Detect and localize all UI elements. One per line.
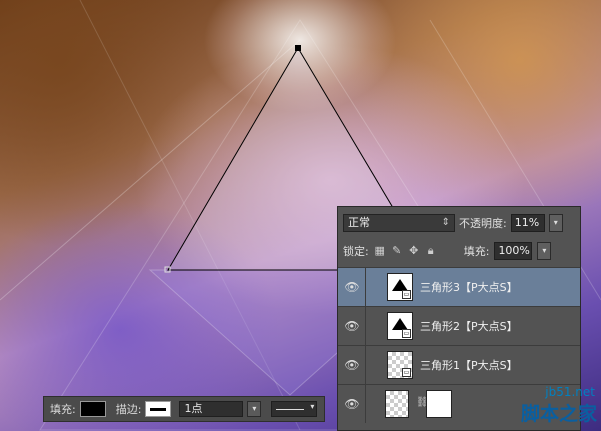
lock-transparent-pixels-icon[interactable]: ▦ xyxy=(374,245,386,257)
anchor-point-top[interactable] xyxy=(295,45,301,51)
stroke-label: 描边: xyxy=(115,403,142,416)
stroke-color-swatch[interactable] xyxy=(145,401,172,417)
layer-thumbnail xyxy=(385,390,409,418)
layer-thumbnail: ▭ xyxy=(387,273,413,301)
lock-fill-row: 锁定: ▦ ✎ ✥ 🔒︎ 填充: 100% ▾ xyxy=(343,241,575,261)
eye-icon[interactable]: 👁︎ xyxy=(344,319,360,333)
fill-input[interactable]: 100% xyxy=(494,242,533,260)
layer-name[interactable]: 三角形1【P大点S】 xyxy=(420,357,518,373)
fill-color-swatch[interactable] xyxy=(79,401,106,417)
shape-options-bar: 填充: 描边: 1点 ▾ xyxy=(43,396,325,422)
layer-thumbnail: ▭ xyxy=(387,351,413,379)
layer-name[interactable]: 三角形2【P大点S】 xyxy=(420,318,518,334)
fill-dropdown[interactable]: ▾ xyxy=(537,242,552,260)
fill-label: 填充: xyxy=(463,245,490,258)
site-watermark: jb51.net 脚本之家 xyxy=(498,383,601,431)
layer-mask-thumbnail[interactable] xyxy=(426,390,452,418)
opacity-input[interactable]: 11% xyxy=(510,214,545,232)
opacity-dropdown[interactable]: ▾ xyxy=(548,214,563,232)
shape-badge-icon: ▭ xyxy=(402,290,411,299)
lock-position-icon[interactable]: ✥ xyxy=(408,245,420,257)
stroke-width-dropdown[interactable]: ▾ xyxy=(247,401,262,417)
opacity-label: 不透明度: xyxy=(459,217,507,230)
lock-all-icon[interactable]: 🔒︎ xyxy=(425,245,437,257)
layer-row-triangle1[interactable]: 👁︎ ▭ 三角形1【P大点S】 xyxy=(338,345,580,384)
blend-mode-select[interactable]: 正常 xyxy=(343,214,455,232)
watermark-url: jb51.net xyxy=(545,385,595,399)
eye-icon[interactable]: 👁︎ xyxy=(344,358,360,372)
shape-badge-icon: ▭ xyxy=(402,368,411,377)
watermark-name: 脚本之家 xyxy=(520,403,597,425)
lock-image-pixels-icon[interactable]: ✎ xyxy=(391,245,403,257)
fill-label: 填充: xyxy=(50,403,76,416)
layer-name[interactable]: 三角形3【P大点S】 xyxy=(420,279,518,295)
blend-opacity-row: 正常 不透明度: 11% ▾ xyxy=(343,213,575,233)
layer-thumbnail: ▭ xyxy=(387,312,413,340)
eye-icon[interactable]: 👁︎ xyxy=(344,280,360,294)
shape-badge-icon: ▭ xyxy=(402,329,411,338)
stroke-width-input[interactable]: 1点 xyxy=(179,401,244,417)
layer-row-triangle3[interactable]: 👁︎ ▭ 三角形3【P大点S】 xyxy=(338,267,580,306)
eye-icon[interactable]: 👁︎ xyxy=(344,397,360,411)
layer-row-triangle2[interactable]: 👁︎ ▭ 三角形2【P大点S】 xyxy=(338,306,580,345)
lock-label: 锁定: xyxy=(343,245,369,258)
stroke-type-dropdown[interactable] xyxy=(271,401,318,417)
